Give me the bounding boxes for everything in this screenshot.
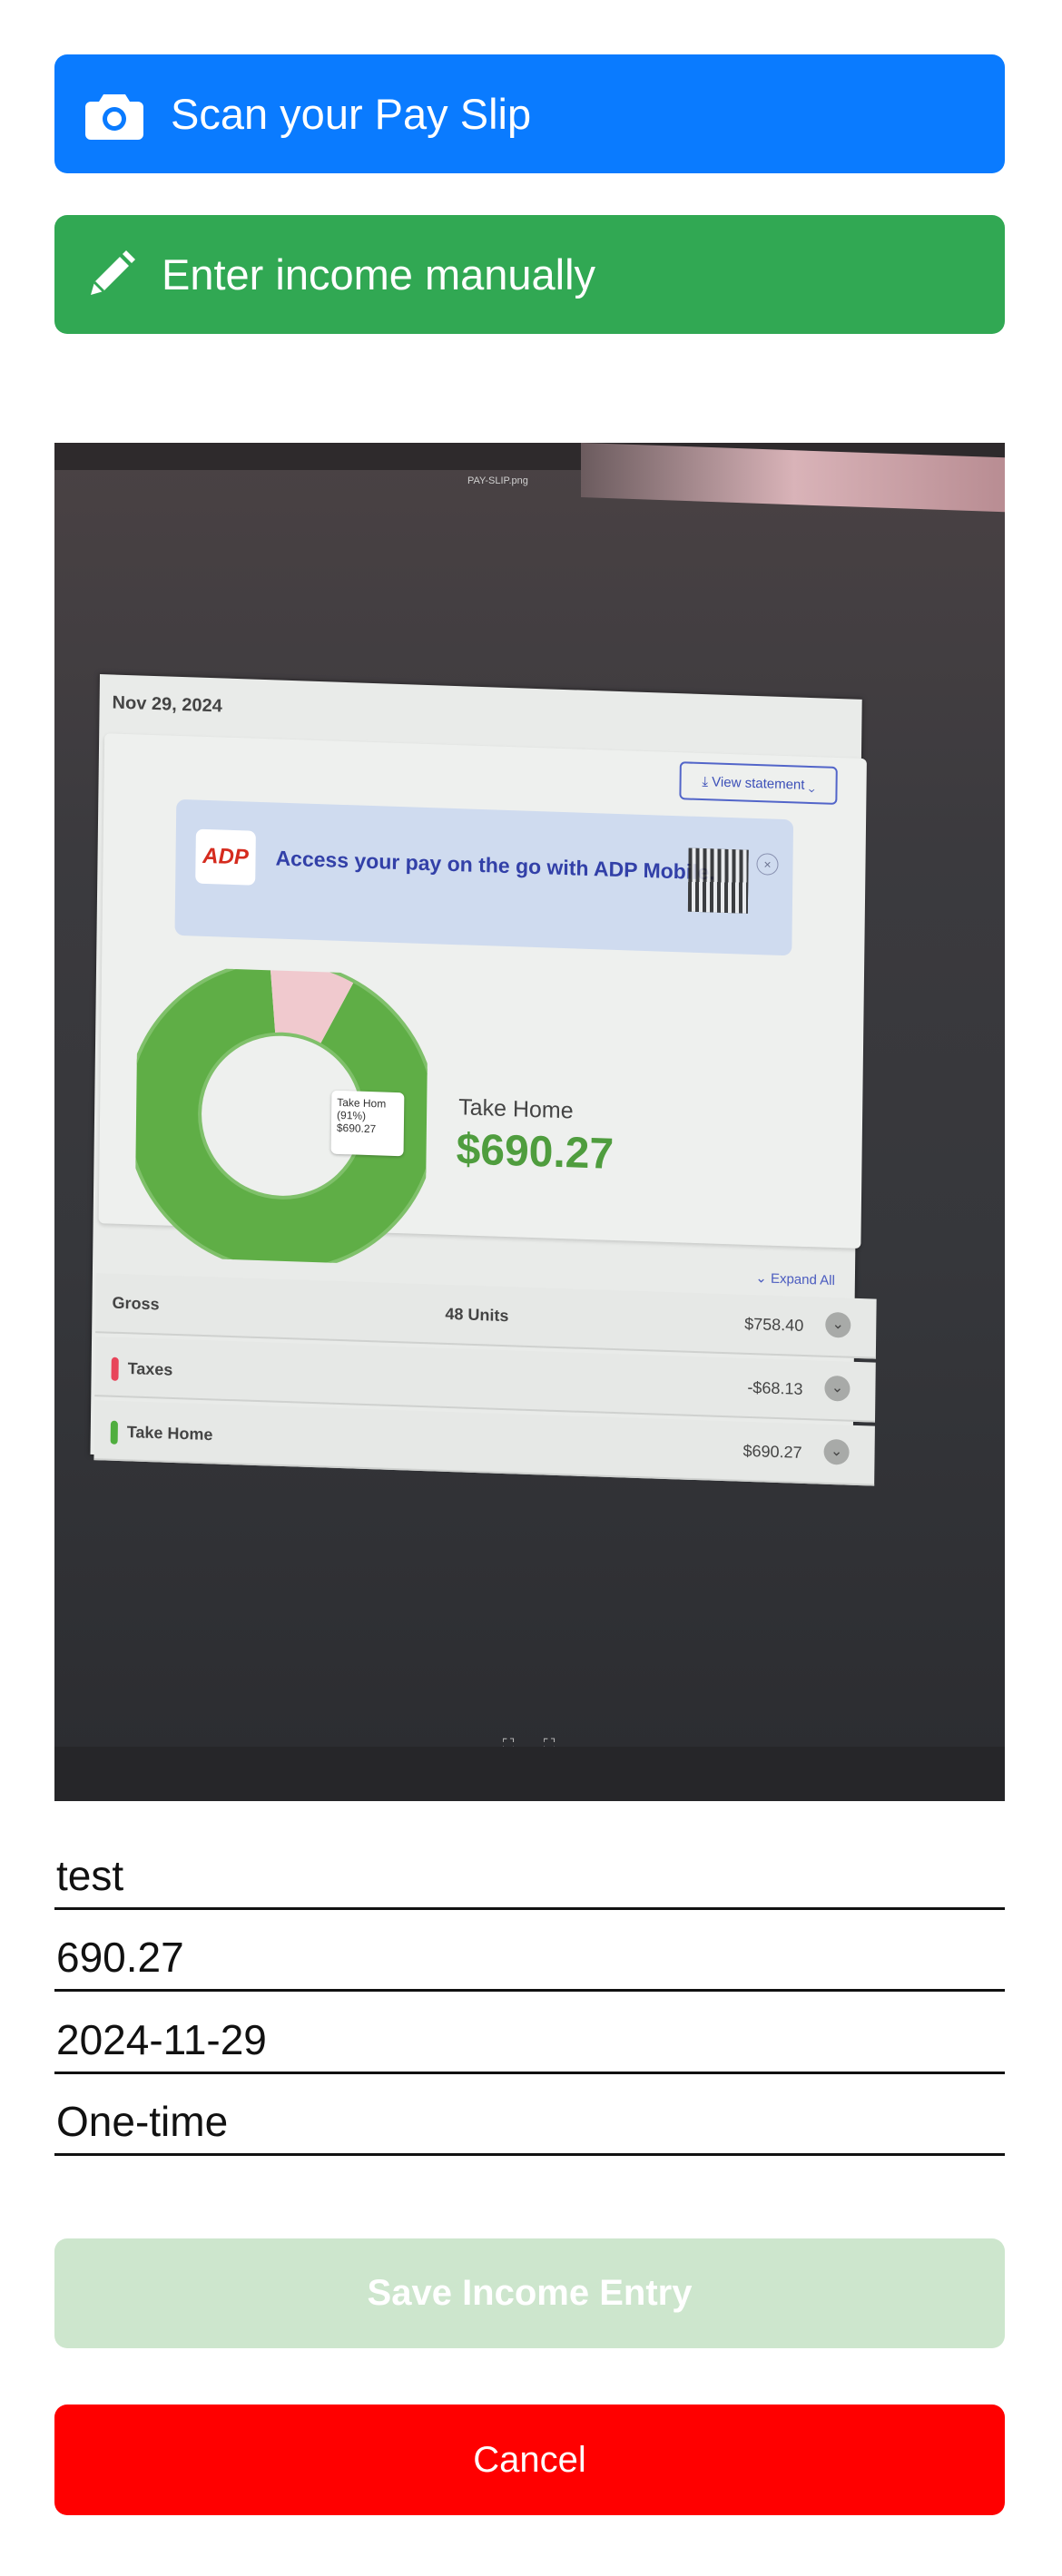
enter-income-manually-label: Enter income manually bbox=[162, 250, 596, 299]
donut-tooltip: Take Hom (91%) $690.27 bbox=[330, 1090, 405, 1157]
slip-summary-card: ⤓ View statement ⌄ ADP Access your pay o… bbox=[98, 733, 867, 1272]
income-name-field[interactable]: test bbox=[54, 1846, 1005, 1910]
row-amount: -$68.13 bbox=[747, 1377, 803, 1398]
pay-slip-document: Nov 29, 2024 ⤓ View statement ⌄ ADP Acce… bbox=[90, 674, 877, 1486]
row-label-text: Take Home bbox=[126, 1423, 213, 1445]
take-home-value: $690.27 bbox=[456, 1125, 615, 1179]
view-statement-button: ⤓ View statement ⌄ bbox=[679, 761, 838, 805]
scan-pay-slip-label: Scan your Pay Slip bbox=[171, 90, 532, 138]
cancel-button[interactable]: Cancel bbox=[54, 2405, 1005, 2515]
chevron-down-icon: ⌄ bbox=[823, 1438, 850, 1465]
row-units: 48 Units bbox=[445, 1304, 509, 1326]
row-amount: $690.27 bbox=[742, 1441, 802, 1462]
tooltip-line-3: $690.27 bbox=[336, 1121, 377, 1136]
row-label: Take Home bbox=[110, 1420, 213, 1448]
slip-date: Nov 29, 2024 bbox=[112, 692, 222, 717]
expand-all-link: ⌄ Expand All bbox=[755, 1270, 835, 1289]
chevron-down-icon: ⌄ bbox=[825, 1311, 851, 1338]
income-amount-field[interactable]: 690.27 bbox=[54, 1928, 1005, 1992]
pay-slip-photo: PAY-SLIP.png Nov 29, 2024 ⤓ View stateme… bbox=[54, 443, 1005, 1801]
income-frequency-select[interactable]: One-time bbox=[54, 2092, 1005, 2156]
pencil-icon bbox=[85, 250, 136, 300]
adp-banner: ADP Access your pay on the go with ADP M… bbox=[174, 798, 794, 956]
row-label: Taxes bbox=[111, 1357, 172, 1383]
adp-banner-text: Access your pay on the go with ADP Mobil… bbox=[275, 846, 715, 885]
photo-frame-bottom bbox=[54, 1747, 1005, 1801]
income-date-field[interactable]: 2024-11-29 bbox=[54, 2011, 1005, 2074]
chevron-down-icon: ⌄ bbox=[824, 1375, 851, 1402]
take-home-swatch bbox=[110, 1420, 118, 1445]
close-icon: × bbox=[756, 853, 779, 876]
camera-icon bbox=[85, 89, 143, 140]
scan-pay-slip-button[interactable]: Scan your Pay Slip bbox=[54, 54, 1005, 173]
row-label: Gross bbox=[112, 1293, 160, 1314]
income-entry-screen: Scan your Pay Slip Enter income manually… bbox=[0, 0, 1062, 2576]
taxes-swatch bbox=[111, 1357, 119, 1381]
enter-income-manually-button[interactable]: Enter income manually bbox=[54, 215, 1005, 334]
take-home-label: Take Home bbox=[458, 1094, 574, 1124]
row-label-text: Taxes bbox=[127, 1359, 173, 1379]
qr-code-icon bbox=[687, 847, 749, 914]
row-amount: $758.40 bbox=[744, 1314, 804, 1335]
adp-logo: ADP bbox=[195, 828, 256, 886]
save-income-entry-button[interactable]: Save Income Entry bbox=[54, 2238, 1005, 2348]
photo-filename: PAY-SLIP.png bbox=[467, 475, 528, 486]
